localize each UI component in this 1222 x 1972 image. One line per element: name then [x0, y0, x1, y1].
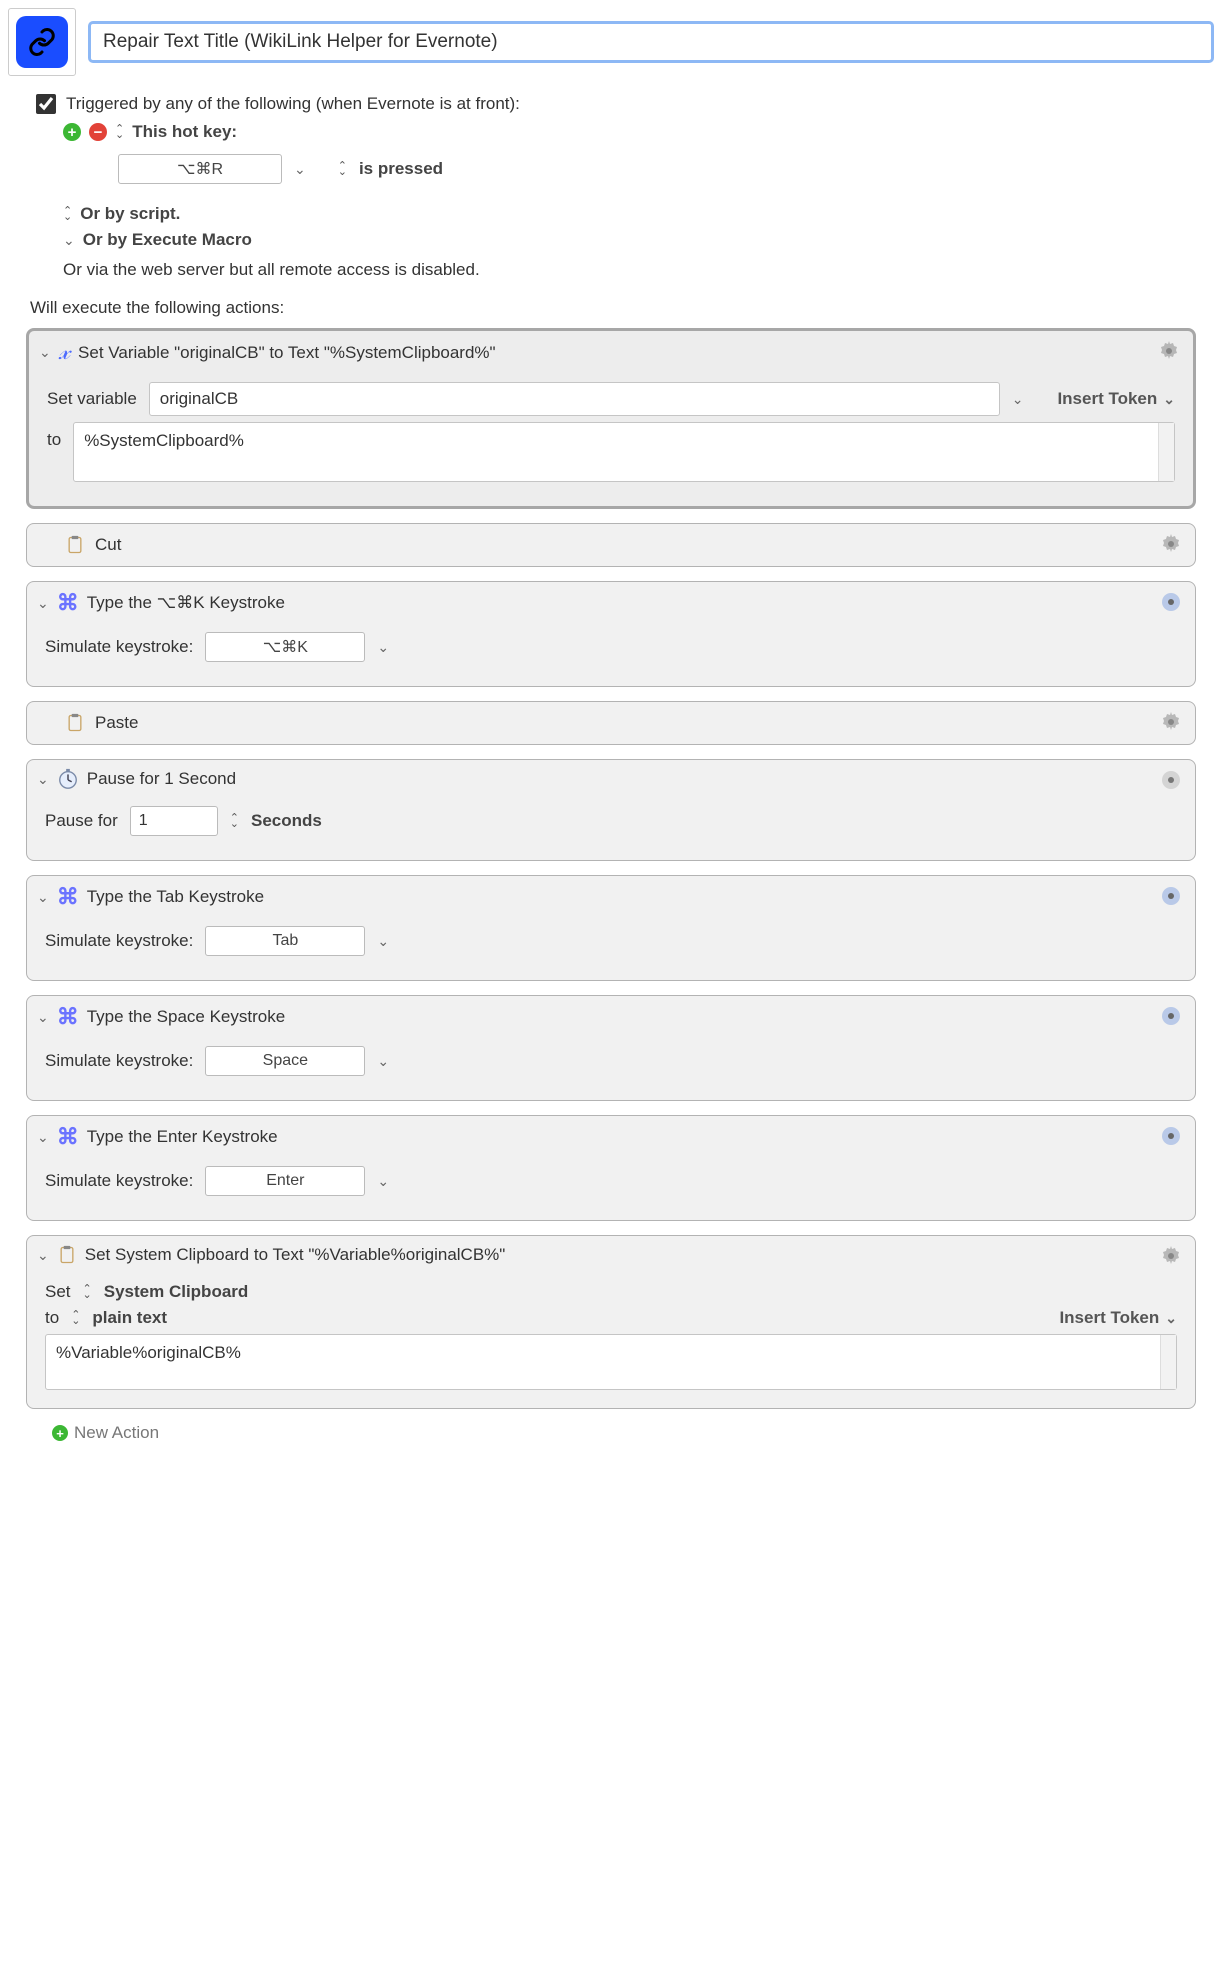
command-icon: ⌘: [57, 1004, 79, 1030]
simulate-keystroke-label: Simulate keystroke:: [45, 1171, 193, 1191]
gear-icon[interactable]: [1159, 590, 1183, 614]
command-icon: ⌘: [57, 884, 79, 910]
chevron-down-icon[interactable]: ⌄: [63, 232, 75, 249]
chevron-down-icon: ⌄: [1165, 1310, 1177, 1327]
trigger-enabled-checkbox[interactable]: [36, 94, 56, 114]
hotkey-mode-stepper[interactable]: ⌃⌄: [338, 163, 347, 175]
keystroke-dropdown-icon[interactable]: ⌄: [377, 1053, 389, 1070]
action-cut[interactable]: Cut: [26, 523, 1196, 567]
insert-token-button[interactable]: Insert Token ⌄: [1057, 389, 1175, 409]
action-title: Type the ⌥⌘K Keystroke: [87, 593, 285, 613]
action-pause[interactable]: ⌄ Pause for 1 Second Pause for ⌃⌄ Second…: [26, 759, 1196, 861]
add-action-button[interactable]: +: [52, 1425, 68, 1441]
gear-icon[interactable]: [1159, 1124, 1183, 1148]
disclosure-icon[interactable]: ⌄: [37, 595, 49, 612]
trigger-type-stepper[interactable]: ⌃⌄: [115, 126, 124, 138]
gear-icon[interactable]: [1159, 884, 1183, 908]
disclosure-icon[interactable]: ⌄: [37, 1129, 49, 1146]
trigger-label: Triggered by any of the following (when …: [66, 94, 520, 114]
to-value-textarea[interactable]: %SystemClipboard%: [73, 422, 1175, 482]
action-title: Set System Clipboard to Text "%Variable%…: [85, 1245, 506, 1265]
action-type-tab[interactable]: ⌄ ⌘ Type the Tab Keystroke Simulate keys…: [26, 875, 1196, 981]
or-execute-macro-label: Or by Execute Macro: [83, 230, 252, 250]
command-icon: ⌘: [57, 590, 79, 616]
pause-value-input[interactable]: [130, 806, 218, 836]
action-title: Paste: [95, 713, 138, 733]
keystroke-field[interactable]: Space: [205, 1046, 365, 1076]
keystroke-field[interactable]: ⌥⌘K: [205, 632, 365, 662]
scrollbar[interactable]: [1160, 1335, 1176, 1389]
gear-icon[interactable]: [1157, 339, 1181, 363]
chevron-down-icon: ⌄: [1163, 391, 1175, 408]
macro-icon-well[interactable]: [8, 8, 76, 76]
hotkey-dropdown-icon[interactable]: ⌄: [294, 161, 306, 178]
clock-icon: [57, 768, 79, 790]
clipboard-icon: [57, 1244, 77, 1266]
format-stepper[interactable]: ⌃⌄: [71, 1312, 80, 1324]
gear-icon[interactable]: [1159, 532, 1183, 556]
keystroke-dropdown-icon[interactable]: ⌄: [377, 639, 389, 656]
add-trigger-button[interactable]: +: [63, 123, 81, 141]
gear-icon[interactable]: [1159, 1244, 1183, 1268]
action-set-clipboard[interactable]: ⌄ Set System Clipboard to Text "%Variabl…: [26, 1235, 1196, 1409]
action-title: Set Variable "originalCB" to Text "%Syst…: [78, 343, 496, 363]
action-type-enter[interactable]: ⌄ ⌘ Type the Enter Keystroke Simulate ke…: [26, 1115, 1196, 1221]
hotkey-label: This hot key:: [132, 122, 237, 142]
action-title: Cut: [95, 535, 121, 555]
variable-dropdown-icon[interactable]: ⌄: [1012, 391, 1024, 408]
simulate-keystroke-label: Simulate keystroke:: [45, 1051, 193, 1071]
simulate-keystroke-label: Simulate keystroke:: [45, 931, 193, 951]
action-title: Type the Tab Keystroke: [87, 887, 264, 907]
clipboard-target-stepper[interactable]: ⌃⌄: [83, 1286, 92, 1298]
clipboard-icon: [65, 534, 85, 556]
or-script-label: Or by script.: [80, 204, 180, 224]
pause-unit-stepper[interactable]: ⌃⌄: [230, 815, 239, 827]
disclosure-icon[interactable]: ⌄: [37, 771, 49, 788]
or-script-stepper[interactable]: ⌃⌄: [63, 208, 72, 220]
set-label: Set: [45, 1282, 71, 1302]
to-label: to: [45, 1308, 59, 1328]
clipboard-target-label: System Clipboard: [104, 1282, 249, 1302]
variable-icon: 𝓍: [59, 339, 70, 366]
to-label: to: [47, 422, 61, 450]
action-title: Type the Space Keystroke: [87, 1007, 285, 1027]
disclosure-icon[interactable]: ⌄: [39, 344, 51, 361]
actions-section-label: Will execute the following actions:: [30, 298, 1214, 318]
action-paste[interactable]: Paste: [26, 701, 1196, 745]
pause-unit-label: Seconds: [251, 811, 322, 831]
action-title: Type the Enter Keystroke: [87, 1127, 278, 1147]
remove-trigger-button[interactable]: −: [89, 123, 107, 141]
disclosure-icon[interactable]: ⌄: [37, 1247, 49, 1264]
scrollbar[interactable]: [1158, 423, 1174, 481]
link-icon: [16, 16, 68, 68]
variable-name-input[interactable]: [149, 382, 1000, 416]
insert-token-button[interactable]: Insert Token ⌄: [1059, 1308, 1177, 1328]
web-server-note: Or via the web server but all remote acc…: [63, 260, 1214, 280]
action-set-variable[interactable]: ⌄ 𝓍 Set Variable "originalCB" to Text "%…: [26, 328, 1196, 509]
new-action-label[interactable]: New Action: [74, 1423, 159, 1443]
pause-for-label: Pause for: [45, 811, 118, 831]
action-type-space[interactable]: ⌄ ⌘ Type the Space Keystroke Simulate ke…: [26, 995, 1196, 1101]
hotkey-field[interactable]: ⌥⌘R: [118, 154, 282, 184]
keystroke-dropdown-icon[interactable]: ⌄: [377, 933, 389, 950]
keystroke-field[interactable]: Enter: [205, 1166, 365, 1196]
format-label: plain text: [92, 1308, 167, 1328]
gear-icon[interactable]: [1159, 768, 1183, 792]
disclosure-icon[interactable]: ⌄: [37, 1009, 49, 1026]
action-title: Pause for 1 Second: [87, 769, 236, 789]
keystroke-field[interactable]: Tab: [205, 926, 365, 956]
set-variable-label: Set variable: [47, 389, 137, 409]
is-pressed-label: is pressed: [359, 159, 443, 179]
clipboard-icon: [65, 712, 85, 734]
clipboard-value-textarea[interactable]: %Variable%originalCB%: [45, 1334, 1177, 1390]
keystroke-dropdown-icon[interactable]: ⌄: [377, 1173, 389, 1190]
command-icon: ⌘: [57, 1124, 79, 1150]
macro-title-input[interactable]: [88, 21, 1214, 63]
disclosure-icon[interactable]: ⌄: [37, 889, 49, 906]
gear-icon[interactable]: [1159, 1004, 1183, 1028]
gear-icon[interactable]: [1159, 710, 1183, 734]
action-type-cmdk[interactable]: ⌄ ⌘ Type the ⌥⌘K Keystroke Simulate keys…: [26, 581, 1196, 687]
simulate-keystroke-label: Simulate keystroke:: [45, 637, 193, 657]
